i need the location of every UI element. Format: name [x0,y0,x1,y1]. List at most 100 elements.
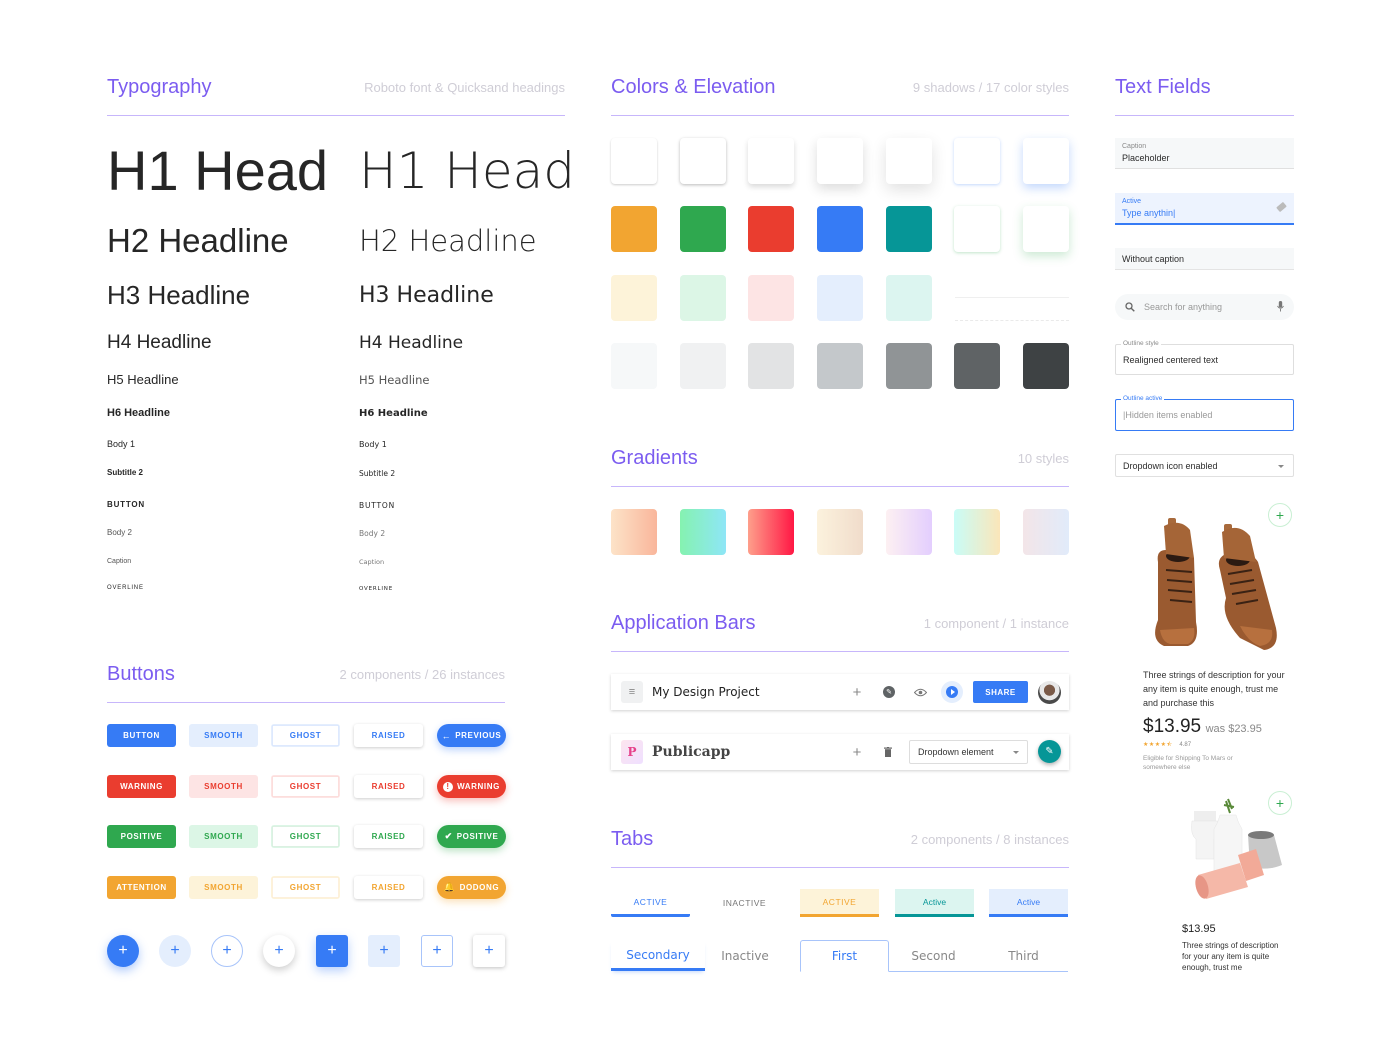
eraser-icon[interactable] [1276,201,1287,213]
button-solid[interactable]: WARNING [107,775,176,798]
fab-circle-solid[interactable]: + [107,935,139,967]
product-price: $13.95 was $23.95 [1143,716,1262,738]
elevation-1 [611,138,657,184]
tab-active[interactable]: ACTIVE [611,889,690,917]
tab-inactive[interactable]: INACTIVE [705,889,784,917]
section-title: Gradients [611,447,698,469]
avatar[interactable] [1038,681,1061,704]
menu-button[interactable]: ≡ [621,681,643,703]
app-bar-primary: ≡ My Design Project + ✎ SHARE [611,674,1069,710]
grey-swatch [748,343,794,389]
dropdown-select[interactable]: Dropdown element [909,740,1028,764]
microphone-icon[interactable] [1277,301,1284,312]
h1-sample: H1 Head [359,142,576,200]
button-label: WARNING [457,782,500,791]
plus-icon: + [484,942,494,959]
filled-field-active[interactable]: Active Type anythin| [1115,193,1294,225]
fab-square-solid[interactable]: + [316,935,348,967]
pencil-icon: ✎ [1045,746,1054,757]
tab-active-attention[interactable]: ACTIVE [800,889,879,917]
dropdown-field[interactable]: Dropdown icon enabled [1115,454,1294,477]
section-title: Text Fields [1115,76,1211,98]
old-price: was $23.95 [1205,723,1262,735]
tab-first[interactable]: First [800,940,889,972]
add-button[interactable]: + [847,682,867,702]
tab-active-teal[interactable]: Active [895,889,974,917]
tab-secondary[interactable]: Secondary [611,941,705,971]
button-pill[interactable]: ! WARNING [437,775,506,798]
button-label: GHOST [289,782,322,791]
textfields-header: Text Fields [1115,76,1294,116]
edit-button[interactable]: ✎ [879,682,899,702]
button-solid[interactable]: POSITIVE [107,825,176,848]
button-pill[interactable]: ✔ POSITIVE [437,825,506,848]
fab-square-smooth[interactable]: + [368,935,400,967]
gradient-swatch [886,509,932,555]
fab-circle-raised[interactable]: + [263,935,295,967]
view-button[interactable] [910,682,930,702]
body1-sample: Body 1 [359,440,387,449]
button-raised[interactable]: RAISED [354,825,423,848]
caret-down-icon [1013,750,1019,754]
elevation-4 [817,138,863,184]
section-meta: 1 component / 1 instance [923,616,1069,631]
tab-inactive[interactable]: Inactive [705,941,785,971]
button-raised[interactable]: RAISED [354,876,423,899]
button-ghost[interactable]: GHOST [271,775,340,798]
plus-icon: + [1275,507,1285,523]
fab-square-raised[interactable]: + [473,935,505,967]
play-button[interactable] [941,681,963,703]
button-label: SMOOTH [204,782,243,791]
share-button[interactable]: SHARE [973,681,1028,703]
elevation-5 [886,138,932,184]
field-value: Without caption [1122,254,1185,264]
tab-second[interactable]: Second [889,941,978,971]
button-label: WARNING [120,782,163,791]
pencil-circle-icon: ✎ [883,686,895,698]
fab-circle-ghost[interactable]: + [211,935,243,967]
delete-button[interactable] [878,742,898,762]
button-label: DODONG [459,883,500,892]
button-ghost[interactable]: GHOST [271,876,340,899]
button-ghost[interactable]: GHOST [271,825,340,848]
button-pill[interactable]: ← PREVIOUS [437,724,506,747]
body1-sample: Body 1 [107,439,136,449]
button-smooth[interactable]: SMOOTH [189,825,258,848]
button-smooth[interactable]: SMOOTH [189,876,258,899]
elevation-green-1 [954,206,1000,252]
outlined-field[interactable]: Outline style Realigned centered text [1115,340,1294,375]
edit-fab[interactable]: ✎ [1038,740,1061,763]
primary-swatch [611,206,657,252]
button-smooth[interactable]: SMOOTH [189,724,258,747]
tab-third[interactable]: Third [979,941,1068,971]
divider-solid [955,297,1069,298]
search-field[interactable]: Search for anything [1115,294,1294,320]
add-to-cart-button[interactable]: + [1268,503,1292,527]
plus-icon: + [118,942,128,959]
add-to-cart-button[interactable]: + [1268,791,1292,815]
product-card-vases[interactable]: + $13.95 Three strings of description fo… [1170,790,1300,980]
section-title: Tabs [611,828,654,850]
light-swatch [748,275,794,321]
button-label: GHOST [289,883,322,892]
tab-active-blue[interactable]: Active [989,889,1068,917]
button-ghost[interactable]: GHOST [271,724,340,747]
fab-square-ghost[interactable]: + [421,935,453,967]
fab-circle-smooth[interactable]: + [159,935,191,967]
button-pill[interactable]: 🔔 DODONG [437,876,506,899]
button-raised[interactable]: RAISED [354,724,423,747]
app-bar-secondary: P Publicapp + Dropdown element ✎ [611,734,1069,770]
button-raised[interactable]: RAISED [354,775,423,798]
filled-field-no-caption[interactable]: Without caption [1115,248,1294,270]
button-solid[interactable]: ATTENTION [107,876,176,899]
add-button[interactable]: + [847,742,867,762]
product-card-boots[interactable]: + Three strings of description for your … [1130,500,1300,780]
body2-sample: Body 2 [359,529,386,538]
outlined-field-active[interactable]: Outline active |Hidden items enabled [1115,395,1294,431]
filled-field-caption[interactable]: Caption Placeholder [1115,138,1294,169]
button-sample: BUTTON [107,500,145,509]
grey-swatch [1023,343,1069,389]
elevation-3 [748,138,794,184]
button-smooth[interactable]: SMOOTH [189,775,258,798]
button-solid[interactable]: BUTTON [107,724,176,747]
